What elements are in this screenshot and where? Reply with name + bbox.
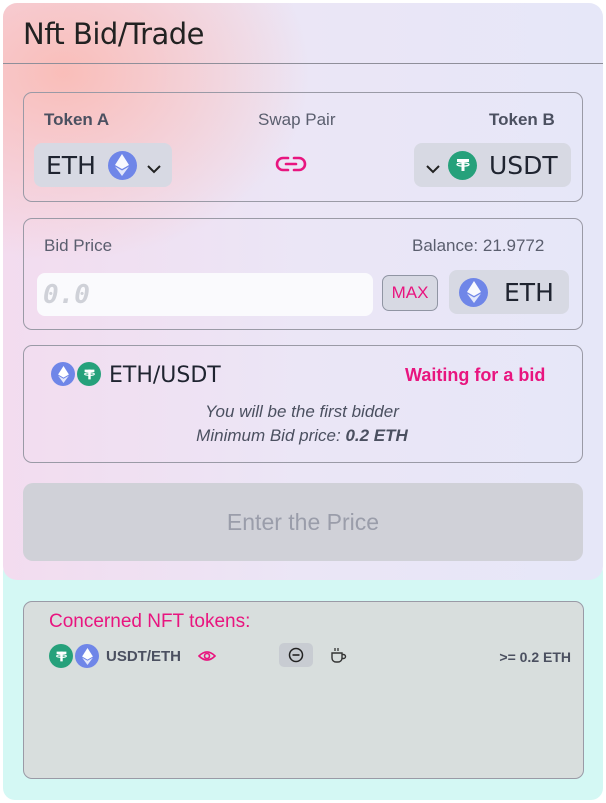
token-b-label: Token B: [489, 110, 555, 129]
max-button[interactable]: MAX: [382, 275, 438, 311]
chevron-down-icon: [147, 151, 161, 180]
first-bidder-text: You will be the first bidder: [205, 402, 399, 421]
token-b-select[interactable]: USDT: [414, 143, 571, 187]
usdt-icon: [77, 362, 101, 386]
enter-price-button[interactable]: Enter the Price: [23, 483, 583, 561]
bid-currency-symbol: ETH: [504, 277, 554, 307]
pair-icons: [51, 362, 101, 386]
balance-text: Balance: 21.9772: [412, 236, 545, 255]
cup-icon[interactable]: [329, 646, 347, 664]
nft-tokens-box: Concerned NFT tokens: USDT/ETH >= 0.2 ET…: [23, 601, 584, 779]
page-title: Nft Bid/Trade: [23, 17, 205, 51]
title-divider: [3, 63, 603, 64]
minus-circle-icon: [288, 647, 304, 663]
min-bid-label: Minimum Bid price:: [196, 426, 341, 445]
eye-icon[interactable]: [198, 649, 216, 663]
link-icon[interactable]: [275, 153, 307, 175]
eth-icon: [107, 150, 137, 180]
usdt-icon: [49, 644, 73, 668]
chevron-down-icon: [426, 151, 440, 180]
eth-icon: [459, 277, 488, 307]
token-b-symbol: USDT: [489, 150, 558, 180]
token-a-select[interactable]: ETH: [34, 143, 172, 187]
nft-pair-icons: [49, 644, 99, 668]
remove-button[interactable]: [279, 643, 313, 667]
swap-pair-label: Swap Pair: [258, 110, 336, 129]
nft-row-pair: USDT/ETH: [106, 648, 181, 665]
bid-price-label: Bid Price: [44, 236, 113, 255]
token-a-symbol: ETH: [46, 150, 96, 180]
eth-icon: [75, 644, 99, 668]
bid-trade-card: Nft Bid/Trade Token A Swap Pair Token B …: [3, 3, 603, 580]
min-bid-value: 0.2 ETH: [345, 426, 408, 445]
eth-icon: [51, 362, 75, 386]
nft-row-amount: >= 0.2 ETH: [499, 649, 571, 665]
bid-price-input[interactable]: [37, 273, 373, 316]
token-a-label: Token A: [44, 110, 110, 129]
usdt-icon: [448, 150, 477, 180]
nft-tokens-title: Concerned NFT tokens:: [49, 611, 251, 632]
status-badge: Waiting for a bid: [405, 365, 546, 385]
pair-name: ETH/USDT: [109, 363, 221, 388]
minimum-bid-line: Minimum Bid price: 0.2 ETH: [23, 426, 581, 446]
bid-currency-select[interactable]: ETH: [449, 270, 569, 314]
